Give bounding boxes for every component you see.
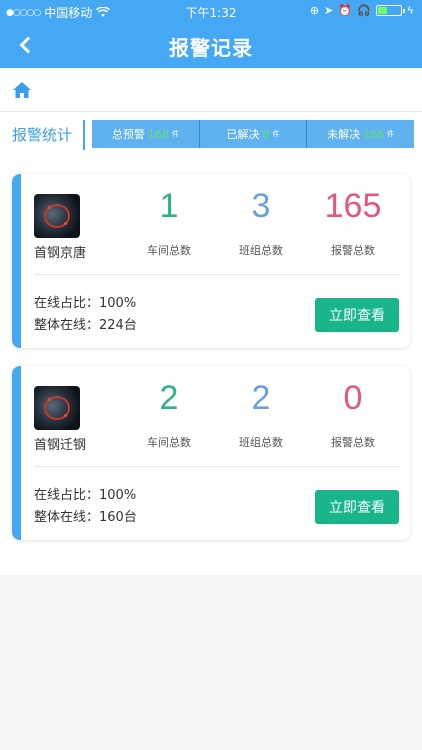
nav-bar: 报警记录: [0, 22, 422, 68]
metric-label: 报警总数: [331, 244, 375, 257]
stat-unit: 件: [387, 130, 395, 138]
metric-value: 2: [251, 379, 271, 417]
stats-label: 报警统计: [12, 126, 73, 144]
view-now-button[interactable]: 立即查看: [315, 298, 399, 332]
company-avatar: [34, 386, 80, 430]
online-ratio: 在线占比：100%: [34, 488, 137, 503]
home-icon[interactable]: [12, 80, 32, 100]
card-divider: [34, 466, 400, 467]
stat-label: 未解决: [327, 128, 361, 141]
company-name: 首钢京唐: [34, 246, 87, 261]
metric-workshops: 2 车间总数: [124, 378, 214, 450]
metric-teams: 2 班组总数: [216, 378, 306, 450]
company-card: 首钢京唐 1 车间总数 3 班组总数 165 报警总数 在线占比：100% 整体…: [12, 174, 410, 348]
stats-divider: [83, 120, 85, 150]
metric-alarms: 0 报警总数: [308, 378, 398, 450]
view-now-button[interactable]: 立即查看: [315, 490, 399, 524]
app-header: ●○○○○ 中国移动 下午1:32 ⊕ ➤ ⏰ 🎧 ϟ 报警记录: [0, 0, 422, 68]
stat-label: 已解决: [226, 128, 260, 141]
metric-label: 报警总数: [331, 436, 375, 449]
metric-alarms: 165 报警总数: [308, 186, 398, 258]
card-divider: [34, 274, 400, 275]
metric-label: 车间总数: [147, 436, 191, 449]
stat-value: 168: [363, 127, 385, 141]
headphones-icon: 🎧: [357, 4, 371, 17]
metric-value: 2: [159, 379, 179, 417]
stat-unit: 件: [272, 130, 280, 138]
status-bar: ●○○○○ 中国移动 下午1:32 ⊕ ➤ ⏰ 🎧 ϟ: [0, 0, 422, 22]
company-avatar: [34, 194, 80, 238]
location-icon: ➤: [324, 4, 334, 17]
stats-summary-bar: 总预警 168 件 已解决 0 件 未解决 168 件: [92, 120, 414, 148]
stat-resolved: 已解决 0 件: [198, 120, 307, 148]
metric-workshops: 1 车间总数: [124, 186, 214, 258]
battery-icon: [375, 5, 405, 16]
company-name: 首钢迁钢: [34, 438, 87, 453]
metric-label: 车间总数: [147, 244, 191, 257]
online-total: 整体在线：224台: [34, 318, 137, 333]
stat-unresolved: 未解决 168 件: [306, 120, 414, 148]
online-total: 整体在线：160台: [34, 510, 137, 525]
card-accent: [12, 174, 21, 348]
card-accent: [12, 366, 21, 540]
stat-value: 168: [147, 127, 169, 141]
alarm-icon: ⏰: [338, 4, 353, 17]
metric-value: 1: [159, 187, 179, 225]
charging-icon: ϟ: [406, 4, 414, 17]
metric-value: 165: [324, 187, 382, 225]
company-card: 首钢迁钢 2 车间总数 2 班组总数 0 报警总数 在线占比：100% 整体在线…: [12, 366, 410, 540]
stat-total-warnings: 总预警 168 件: [92, 120, 199, 148]
status-right: ⊕ ➤ ⏰ 🎧 ϟ: [310, 4, 414, 17]
stat-value: 0: [262, 127, 270, 141]
metric-teams: 3 班组总数: [216, 186, 306, 258]
online-ratio: 在线占比：100%: [34, 296, 137, 311]
metric-label: 班组总数: [239, 436, 283, 449]
orientation-lock-icon: ⊕: [309, 4, 320, 17]
breadcrumb: [0, 68, 422, 112]
stat-unit: 件: [171, 130, 179, 138]
stat-label: 总预警: [111, 128, 145, 141]
metric-label: 班组总数: [239, 244, 283, 257]
metric-value: 3: [251, 187, 271, 225]
page-title: 报警记录: [169, 36, 253, 60]
empty-area: [0, 575, 422, 750]
metric-value: 0: [343, 379, 363, 417]
